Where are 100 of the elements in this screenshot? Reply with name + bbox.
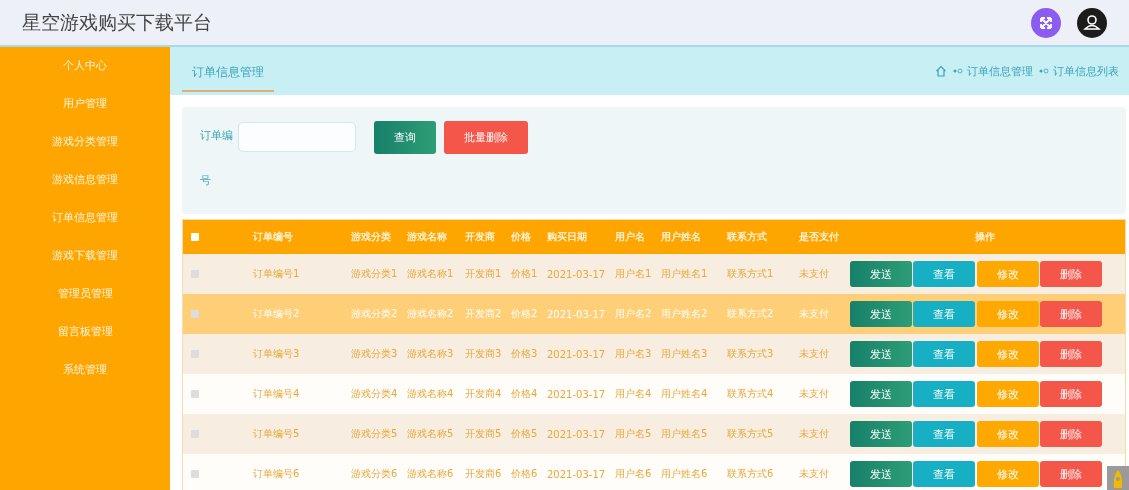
- row-action-button[interactable]: 修改: [976, 301, 1039, 327]
- table-cell-text: 订单编号3: [253, 347, 301, 361]
- sidebar-item[interactable]: 管理员管理: [0, 283, 170, 321]
- row-action-button[interactable]: 删除: [1040, 261, 1103, 287]
- separator-icon: [953, 68, 963, 74]
- sidebar-item[interactable]: 游戏分类管理: [0, 131, 170, 169]
- search-button[interactable]: 查询: [374, 121, 436, 154]
- fullscreen-icon[interactable]: [1031, 7, 1061, 38]
- sidebar-item[interactable]: 个人中心: [0, 55, 170, 93]
- sidebar-item[interactable]: 游戏信息管理: [0, 169, 170, 207]
- table-cell-text: 联系方式2: [727, 307, 775, 321]
- table-cell-text: 用户姓名4: [661, 387, 709, 401]
- table-cell-text: 用户名6: [615, 467, 653, 481]
- column-header[interactable]: 是否支付: [799, 230, 845, 244]
- sidebar-item[interactable]: 系统管理: [0, 359, 170, 397]
- table-cell-text: 游戏分类1: [351, 267, 399, 281]
- table-cell-text: 未支付: [799, 427, 830, 441]
- row-action-button[interactable]: 删除: [1040, 381, 1103, 407]
- row-action-button[interactable]: 发送: [849, 341, 912, 367]
- column-header[interactable]: 游戏名称: [407, 230, 465, 244]
- table-cell-text: 游戏分类6: [351, 467, 399, 481]
- table-cell-text: 游戏名称4: [407, 387, 455, 401]
- sidebar-item[interactable]: 游戏下载管理: [0, 245, 170, 283]
- row-checkbox[interactable]: [191, 390, 199, 398]
- row-action-button[interactable]: 修改: [976, 461, 1039, 487]
- table-cell-text: 联系方式4: [727, 387, 775, 401]
- sidebar-item[interactable]: 用户管理: [0, 93, 170, 131]
- table-cell-text: 价格6: [511, 467, 539, 481]
- table-cell-text: 价格4: [511, 387, 539, 401]
- row-action-button[interactable]: 修改: [976, 381, 1039, 407]
- row-action-button[interactable]: 删除: [1040, 461, 1103, 487]
- row-action-button[interactable]: 发送: [849, 461, 912, 487]
- table-cell-text: 用户名2: [615, 307, 653, 321]
- user-avatar-icon[interactable]: [1077, 7, 1107, 38]
- search-field[interactable]: [238, 122, 356, 152]
- table-cell-text: 用户姓名3: [661, 347, 709, 361]
- table-cell-text: 用户姓名6: [661, 467, 709, 481]
- column-header[interactable]: 联系方式: [727, 230, 799, 244]
- row-action-button[interactable]: 删除: [1040, 421, 1103, 447]
- row-action-button[interactable]: 删除: [1040, 341, 1103, 367]
- column-header[interactable]: 用户名: [615, 230, 661, 244]
- separator-icon: [1039, 68, 1049, 74]
- column-header[interactable]: 开发商: [465, 230, 511, 244]
- table-cell-text: 未支付: [799, 467, 830, 481]
- table-cell-text: 开发商6: [465, 467, 503, 481]
- row-checkbox[interactable]: [191, 470, 199, 478]
- row-action-button[interactable]: 发送: [849, 421, 912, 447]
- table-cell-text: 游戏分类2: [351, 307, 399, 321]
- row-action-button[interactable]: 修改: [976, 261, 1039, 287]
- table-cell-text: 订单编号2: [253, 307, 301, 321]
- breadcrumb-item[interactable]: 订单信息列表: [1053, 63, 1119, 79]
- table-cell-text: 联系方式3: [727, 347, 775, 361]
- table-cell-text: 订单编号1: [253, 267, 301, 281]
- table-cell-text: 游戏名称3: [407, 347, 455, 361]
- row-action-button[interactable]: 查看: [913, 421, 976, 447]
- column-header[interactable]: 用户姓名: [661, 230, 727, 244]
- table-cell-text: 价格2: [511, 307, 539, 321]
- table-cell-text: 未支付: [799, 307, 830, 321]
- table-row[interactable]: 订单编号2 游戏分类2 游戏名称2 开发商2 价格2 2021-03-17 用户名2 用户姓名2 联系方式2 未支付 发送 查看 修改 删除: [183, 294, 1125, 334]
- breadcrumb-item[interactable]: 订单信息管理: [967, 63, 1033, 79]
- column-header[interactable]: 游戏分类: [351, 230, 407, 244]
- table-row[interactable]: 订单编号3 游戏分类3 游戏名称3 开发商3 价格3 2021-03-17 用户名3 用户姓名3 联系方式3 未支付 发送 查看 修改 删除: [183, 334, 1125, 374]
- row-checkbox[interactable]: [191, 350, 199, 358]
- back-to-top-icon[interactable]: [1107, 466, 1129, 490]
- row-action-button[interactable]: 发送: [849, 381, 912, 407]
- table-row[interactable]: 订单编号1 游戏分类1 游戏名称1 开发商1 价格1 2021-03-17 用户名1 用户姓名1 联系方式1 未支付 发送 查看 修改 删除: [183, 254, 1125, 294]
- column-header[interactable]: 订单编号: [253, 230, 351, 244]
- table-cell-text: 游戏名称1: [407, 267, 455, 281]
- home-icon[interactable]: [935, 65, 947, 77]
- row-checkbox[interactable]: [191, 430, 199, 438]
- row-checkbox[interactable]: [191, 310, 199, 318]
- sidebar-item[interactable]: 留言板管理: [0, 321, 170, 359]
- table-cell-text: 联系方式1: [727, 267, 775, 281]
- table-cell-text: 游戏名称2: [407, 307, 455, 321]
- select-all-checkbox[interactable]: [191, 233, 199, 241]
- row-action-button[interactable]: 查看: [913, 341, 976, 367]
- row-action-button[interactable]: 查看: [913, 461, 976, 487]
- row-action-button[interactable]: 发送: [849, 301, 912, 327]
- column-header[interactable]: 价格: [511, 230, 547, 244]
- row-checkbox[interactable]: [191, 270, 199, 278]
- row-action-button[interactable]: 修改: [976, 421, 1039, 447]
- row-action-button[interactable]: 修改: [976, 341, 1039, 367]
- row-action-button[interactable]: 查看: [913, 301, 976, 327]
- table-cell-text: 2021-03-17: [547, 388, 607, 400]
- table-row[interactable]: 订单编号5 游戏分类5 游戏名称5 开发商5 价格5 2021-03-17 用户名5 用户姓名5 联系方式5 未支付 发送 查看 修改 删除: [183, 414, 1125, 454]
- sidebar-item[interactable]: 订单信息管理: [0, 207, 170, 245]
- table-cell-text: 联系方式5: [727, 427, 775, 441]
- row-action-button[interactable]: 查看: [913, 381, 976, 407]
- column-header[interactable]: 购买日期: [547, 230, 615, 244]
- row-action-button[interactable]: 查看: [913, 261, 976, 287]
- table-row[interactable]: 订单编号4 游戏分类4 游戏名称4 开发商4 价格4 2021-03-17 用户名4 用户姓名4 联系方式4 未支付 发送 查看 修改 删除: [183, 374, 1125, 414]
- table-cell-text: 游戏分类4: [351, 387, 399, 401]
- table-cell-text: 联系方式6: [727, 467, 775, 481]
- tab[interactable]: 订单信息管理: [182, 50, 274, 92]
- row-action-button[interactable]: 发送: [849, 261, 912, 287]
- table-row[interactable]: 订单编号6 游戏分类6 游戏名称6 开发商6 价格6 2021-03-17 用户名6 用户姓名6 联系方式6 未支付 发送 查看 修改 删除: [183, 454, 1125, 490]
- row-action-button[interactable]: 删除: [1040, 301, 1103, 327]
- table-cell-text: 开发商4: [465, 387, 503, 401]
- search-button[interactable]: 批量删除: [444, 121, 528, 154]
- table-cell-text: 2021-03-17: [547, 468, 607, 480]
